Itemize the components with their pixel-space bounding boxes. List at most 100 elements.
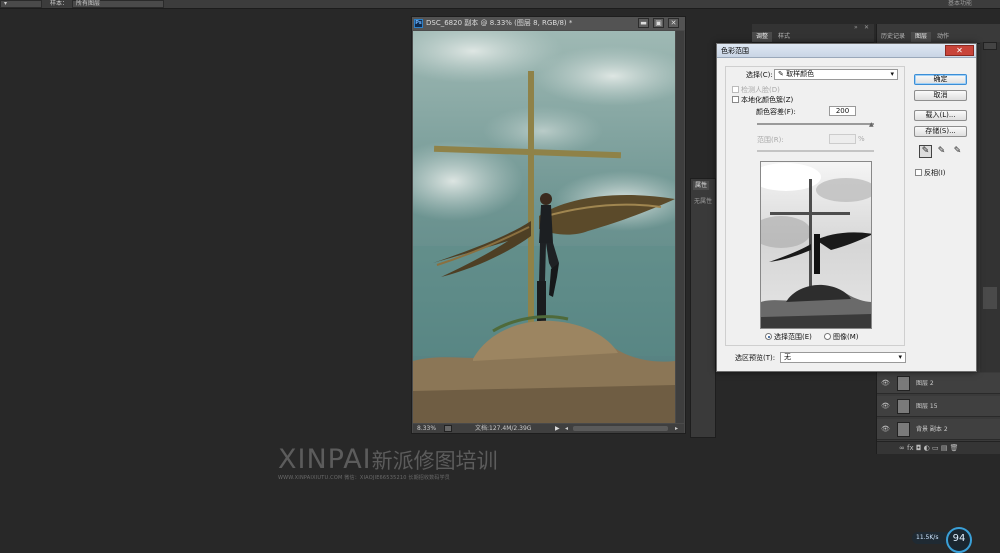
layer-row[interactable]: 👁 背景 副本 2 bbox=[877, 419, 1000, 440]
detect-faces-label: 检测人脸(D) bbox=[741, 86, 780, 94]
selection-preview-dropdown[interactable]: 无 ▾ bbox=[780, 352, 906, 363]
scroll-right-icon[interactable]: ▸ bbox=[675, 424, 678, 433]
speed-unit: K/s bbox=[929, 534, 939, 541]
minimize-button[interactable]: ▬ bbox=[638, 18, 649, 28]
mask-preview-image bbox=[761, 162, 871, 328]
zoom-readout[interactable]: 8.33% bbox=[417, 424, 436, 433]
horizontal-scrollbar[interactable] bbox=[573, 426, 668, 431]
selection-preview bbox=[760, 161, 872, 329]
net-percent-badge: 94 bbox=[946, 527, 972, 553]
eyedropper-plus-icon[interactable]: ✎ bbox=[935, 145, 948, 158]
layer-thumbnail bbox=[897, 399, 910, 414]
document-canvas[interactable] bbox=[413, 31, 675, 423]
restore-button[interactable]: ▣ bbox=[653, 18, 664, 28]
layer-row[interactable]: 👁 图层 2 bbox=[877, 373, 1000, 394]
sample-select-value: 所有图层 bbox=[76, 0, 101, 7]
layer-name: 图层 15 bbox=[916, 403, 938, 410]
visibility-eye-icon[interactable]: 👁 bbox=[881, 396, 891, 417]
load-button[interactable]: 载入(L)... bbox=[914, 110, 967, 121]
collapse-panel-icon[interactable]: » bbox=[854, 24, 858, 31]
tab-layers[interactable]: 图层 bbox=[911, 32, 932, 42]
watermark-brand: XINPAI新派修图培训 bbox=[278, 444, 498, 476]
options-bar: ▾ 样本： 所有图层 基本功能 bbox=[0, 0, 1000, 9]
tab-adjustments[interactable]: 调整 bbox=[752, 32, 773, 42]
localized-clusters-label: 本地化颜色簇(Z) bbox=[741, 96, 794, 104]
layer-name: 背景 副本 2 bbox=[916, 426, 948, 433]
tab-properties[interactable]: 属性 bbox=[693, 181, 710, 190]
document-window: Ps DSC_6820 副本 @ 8.33% (图层 8, RGB/8) * ▬… bbox=[411, 16, 686, 434]
tab-history[interactable]: 历史记录 bbox=[877, 32, 909, 42]
sample-label: 样本： bbox=[50, 0, 69, 7]
layers-footer-toolbar[interactable]: ∞ fx ◘ ◐ ▭ ▤ 🗑 bbox=[877, 441, 1000, 454]
tool-preset-select[interactable]: ▾ bbox=[0, 0, 42, 8]
invert-label: 反相(I) bbox=[924, 169, 946, 177]
dialog-titlebar[interactable]: 色彩范围 ✕ bbox=[717, 44, 976, 58]
panel-dock-strip bbox=[980, 42, 1000, 372]
document-titlebar[interactable]: Ps DSC_6820 副本 @ 8.33% (图层 8, RGB/8) * ▬… bbox=[412, 17, 685, 30]
workspace-label[interactable]: 基本功能 bbox=[948, 0, 972, 8]
document-vertical-scrollbar[interactable] bbox=[676, 31, 684, 423]
fuzziness-slider[interactable] bbox=[757, 123, 874, 125]
ok-button[interactable]: 确定 bbox=[914, 74, 967, 85]
close-panel-icon[interactable]: ✕ bbox=[864, 24, 869, 31]
layer-thumbnail bbox=[897, 376, 910, 391]
select-value: 取样颜色 bbox=[786, 70, 815, 78]
watermark-brand-cn: 新派修图培训 bbox=[371, 449, 498, 473]
range-label: 范围(R): bbox=[757, 136, 784, 144]
dialog-close-button[interactable]: ✕ bbox=[945, 45, 974, 56]
preview-image-radio[interactable] bbox=[824, 333, 831, 340]
color-range-dialog: 色彩范围 ✕ 选择(C): ✎ 取样颜色 ▾ 检测人脸(D) 本地化颜色簇(Z)… bbox=[716, 43, 977, 372]
fuzziness-input[interactable]: 200 bbox=[829, 106, 856, 116]
selection-preview-value: 无 bbox=[784, 353, 791, 361]
range-slider bbox=[757, 150, 874, 152]
chevron-down-icon: ▾ bbox=[890, 70, 894, 78]
eyedropper-minus-icon[interactable]: ✎ bbox=[951, 145, 964, 158]
play-arrow-icon[interactable]: ▶ bbox=[555, 424, 560, 433]
properties-panel: 属性 无属性 bbox=[690, 178, 716, 438]
detect-faces-checkbox[interactable] bbox=[732, 86, 739, 93]
dialog-title: 色彩范围 bbox=[721, 47, 749, 55]
dock-button[interactable] bbox=[983, 287, 997, 309]
layer-footer-icons[interactable]: ∞ fx ◘ ◐ ▭ ▤ 🗑 bbox=[877, 444, 959, 452]
tab-actions[interactable]: 动作 bbox=[933, 32, 953, 42]
preview-selection-radio[interactable] bbox=[765, 333, 772, 340]
network-speed-meter: 11.5K/s 94 bbox=[912, 527, 972, 553]
eyedropper-icon: ✎ bbox=[778, 70, 787, 78]
cancel-button[interactable]: 取消 bbox=[914, 90, 967, 101]
fuzziness-label: 颜色容差(F): bbox=[756, 108, 796, 116]
watermark: XINPAI新派修图培训 WWW.XINPAIXIUTU.COM 微信：XIAO… bbox=[278, 444, 498, 481]
chevron-down-icon: ▾ bbox=[898, 353, 902, 361]
eyedropper-tool-icon[interactable]: ✎ bbox=[919, 145, 932, 158]
adjustments-panel-header: 调整 样式 » ✕ bbox=[752, 24, 874, 43]
select-dropdown[interactable]: ✎ 取样颜色 ▾ bbox=[774, 69, 898, 80]
properties-empty-text: 无属性 bbox=[694, 198, 713, 205]
visibility-eye-icon[interactable]: 👁 bbox=[881, 419, 891, 440]
range-input bbox=[829, 134, 856, 144]
save-button[interactable]: 存储(S)... bbox=[914, 126, 967, 137]
preview-selection-label: 选择范围(E) bbox=[774, 333, 812, 341]
preview-image-label: 图像(M) bbox=[833, 333, 859, 341]
range-unit: % bbox=[858, 135, 865, 143]
watermark-brand-latin: XINPAI bbox=[278, 444, 372, 475]
document-title: DSC_6820 副本 @ 8.33% (图层 8, RGB/8) * bbox=[426, 19, 573, 27]
localized-clusters-checkbox[interactable] bbox=[732, 96, 739, 103]
tab-styles[interactable]: 样式 bbox=[774, 32, 794, 42]
status-options-icon[interactable] bbox=[444, 425, 452, 432]
scroll-left-icon[interactable]: ◂ bbox=[565, 424, 568, 433]
angel-photo bbox=[413, 31, 675, 423]
layer-name: 图层 2 bbox=[916, 380, 934, 387]
document-status-bar: 8.33% 文档:127.4M/2.39G ▶ ◂ ▸ bbox=[413, 424, 684, 433]
photoshop-icon: Ps bbox=[414, 19, 423, 28]
speed-value: 11.5 bbox=[916, 534, 930, 541]
select-label: 选择(C): bbox=[746, 71, 773, 79]
doc-info: 文档:127.4M/2.39G bbox=[475, 425, 532, 432]
layer-thumbnail bbox=[897, 422, 910, 437]
visibility-eye-icon[interactable]: 👁 bbox=[881, 373, 891, 394]
sample-select[interactable]: 所有图层 bbox=[72, 0, 164, 8]
invert-checkbox[interactable] bbox=[915, 169, 922, 176]
layer-row[interactable]: 👁 图层 15 bbox=[877, 396, 1000, 417]
dock-button[interactable] bbox=[983, 42, 997, 50]
slider-thumb-icon[interactable]: ▲ bbox=[869, 121, 874, 128]
close-button[interactable]: ✕ bbox=[668, 18, 679, 28]
selection-preview-label: 选区预览(T): bbox=[735, 354, 776, 362]
